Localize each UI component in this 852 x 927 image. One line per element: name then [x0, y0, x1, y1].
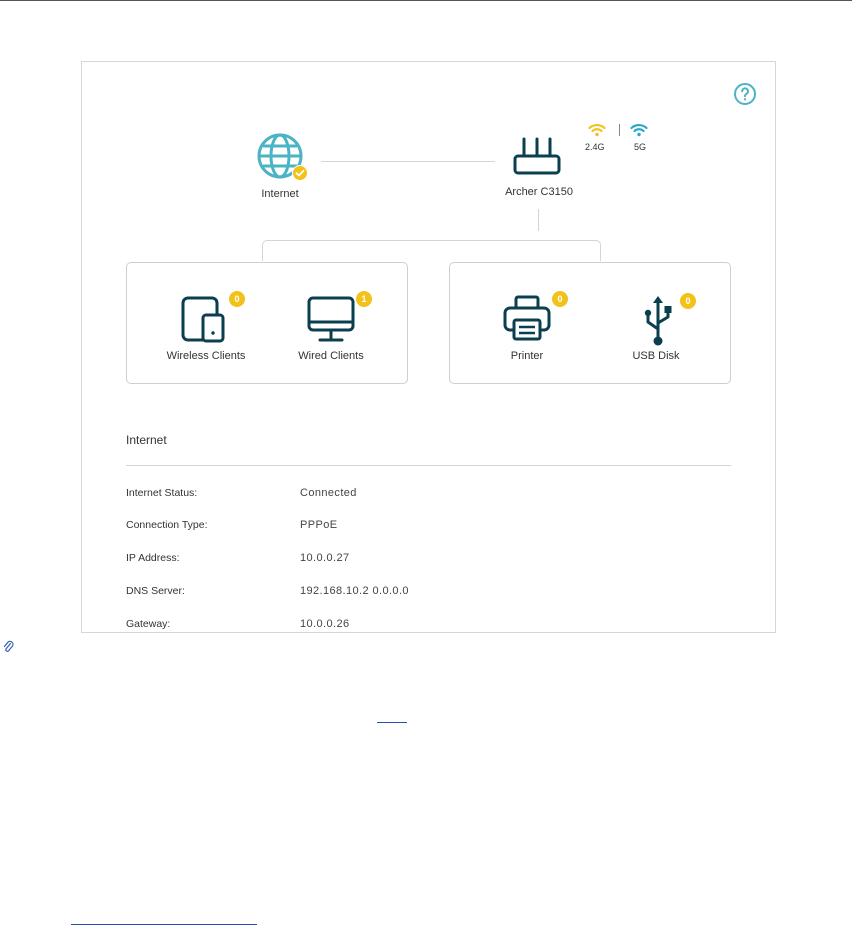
usb-disk-label: USB Disk	[632, 350, 680, 362]
help-icon[interactable]	[733, 82, 757, 106]
band-24g-label: 2.4G	[585, 142, 605, 152]
ip-address-value: 10.0.0.27	[300, 552, 350, 564]
ip-address-label: IP Address:	[126, 552, 180, 564]
gateway-value: 10.0.0.26	[300, 618, 350, 630]
wireless-clients-count-badge: 0	[229, 291, 245, 307]
dns-server-value: 192.168.10.2 0.0.0.0	[300, 585, 409, 597]
link-underline-short[interactable]	[377, 722, 407, 723]
wifi-5g-icon[interactable]	[630, 122, 648, 137]
usb-icon	[644, 296, 672, 346]
internet-router-link	[321, 161, 495, 162]
connection-type-value: PPPoE	[300, 519, 338, 531]
link-underline-long[interactable]	[71, 924, 257, 925]
connection-type-label: Connection Type:	[126, 519, 208, 531]
wireless-clients-item[interactable]: 0 Wireless Clients	[159, 291, 253, 369]
router-label: Archer C3150	[505, 186, 573, 198]
router-down-connector	[538, 209, 539, 231]
printer-item[interactable]: 0 Printer	[490, 291, 568, 369]
wired-clients-item[interactable]: 1 Wired Clients	[291, 291, 372, 369]
printer-count-badge: 0	[552, 291, 568, 307]
branch-connector	[262, 240, 601, 261]
dns-server-label: DNS Server:	[126, 585, 185, 597]
internet-node[interactable]: Internet	[247, 130, 313, 202]
usb-disk-count-badge: 0	[680, 293, 696, 309]
wifi-24g-icon[interactable]	[588, 122, 606, 137]
paperclip-icon	[3, 640, 14, 652]
band-separator	[619, 124, 620, 136]
printer-label: Printer	[510, 350, 544, 362]
internet-status-label: Internet Status:	[126, 487, 198, 499]
monitor-icon	[307, 296, 355, 342]
check-circle-icon	[292, 165, 308, 181]
wired-clients-count-badge: 1	[356, 291, 372, 307]
wireless-clients-label: Wireless Clients	[166, 350, 246, 362]
band-5g-label: 5G	[634, 142, 647, 152]
clients-box: 0 Wireless Clients 1 Wired Clients	[126, 262, 408, 384]
tablet-phone-icon	[181, 296, 225, 343]
section-divider	[126, 465, 731, 466]
router-icon	[513, 137, 561, 175]
router-node[interactable]: Archer C3150	[494, 130, 584, 202]
internet-section-title: Internet	[126, 433, 167, 447]
gateway-label: Gateway:	[126, 618, 171, 630]
printer-icon	[503, 295, 551, 341]
usb-disk-item[interactable]: 0 USB Disk	[616, 293, 696, 369]
top-divider	[0, 0, 852, 1]
internet-label: Internet	[261, 188, 299, 200]
wired-clients-label: Wired Clients	[298, 350, 364, 362]
internet-status-value: Connected	[300, 487, 357, 499]
network-map-panel: Internet Archer C3150 2.4G 5G 0 Wireless…	[81, 61, 776, 633]
devices-box: 0 Printer 0 USB Disk	[449, 262, 731, 384]
